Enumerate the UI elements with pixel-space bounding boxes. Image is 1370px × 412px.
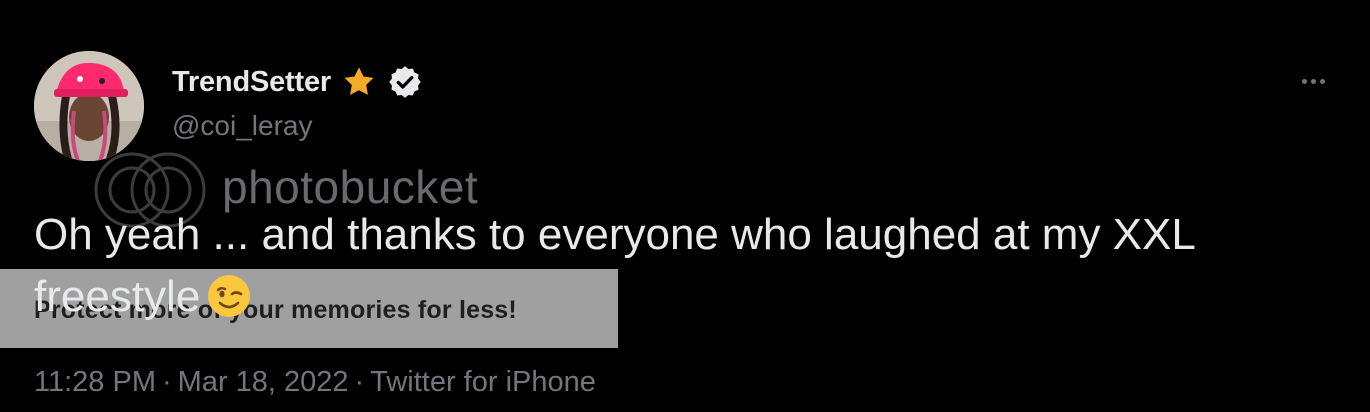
star-icon (341, 64, 377, 100)
tweet-source[interactable]: Twitter for iPhone (370, 366, 596, 398)
tweet-meta: 11:28 PM · Mar 18, 2022 · Twitter for iPhone (34, 366, 596, 399)
display-name[interactable]: TrendSetter (172, 66, 331, 99)
verified-badge-icon (387, 64, 423, 100)
author-handle[interactable]: @coi_leray (172, 110, 312, 142)
avatar-image (34, 51, 144, 161)
more-dot-icon (1301, 78, 1307, 84)
tweet-time[interactable]: 11:28 PM (34, 366, 156, 398)
tweet-card: TrendSetter @coi_leray photobucket Prote… (0, 0, 1370, 412)
meta-separator: · (161, 366, 172, 398)
meta-separator: · (354, 366, 365, 398)
tweet-date[interactable]: Mar 18, 2022 (178, 366, 349, 398)
more-dot-icon (1319, 78, 1325, 84)
winking-face-emoji-icon (206, 273, 252, 319)
more-options-button[interactable] (1290, 66, 1336, 96)
avatar[interactable] (34, 51, 144, 161)
author-name-row: TrendSetter (172, 62, 423, 102)
tweet-text: Oh yeah ... and thanks to everyone who l… (34, 204, 1324, 328)
more-dot-icon (1310, 78, 1316, 84)
